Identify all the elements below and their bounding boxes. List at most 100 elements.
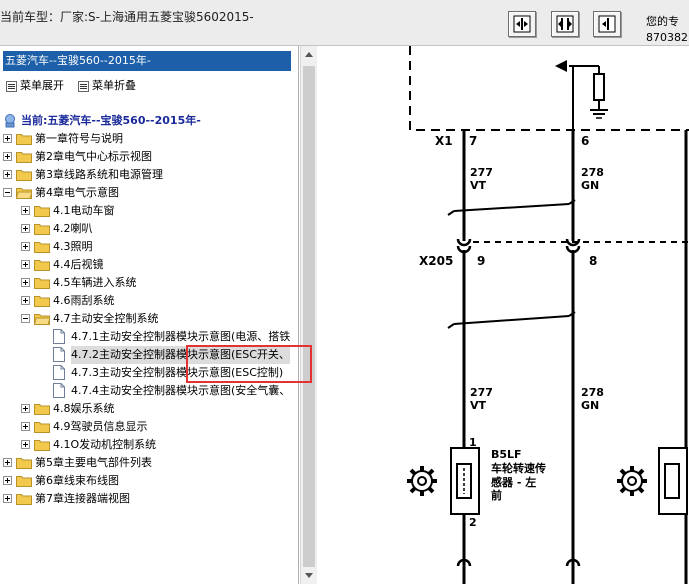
tree-doc-4-7-1[interactable]: 4.7.1主动安全控制器模块示意图(电源、搭铁 (39, 328, 295, 346)
tree-item-label: 第4章电气示意图 (35, 186, 119, 199)
expand-toggle[interactable] (21, 278, 30, 287)
tree-item-label: 4.6雨刮系统 (53, 294, 115, 307)
fit-width-button[interactable] (508, 11, 536, 37)
folder-icon (34, 206, 50, 217)
wire-number: 278 (581, 166, 604, 179)
folder-icon (16, 152, 32, 163)
tree-item-4-6[interactable]: 4.6雨刮系统 (21, 292, 295, 310)
tree-item-label: 第6章线束布线图 (35, 474, 119, 487)
wire-color: GN (581, 179, 599, 192)
tree-item-label: 第3章线路系统和电源管理 (35, 168, 163, 181)
vehicle-icon (5, 114, 15, 128)
tree-item-label: 4.7主动安全控制系统 (53, 312, 159, 325)
wiring-diagram-view[interactable]: X1 7 6 277 VT 278 GN X205 9 8 277 VT 278 (319, 46, 689, 584)
wire-color: VT (470, 179, 487, 192)
expand-toggle[interactable] (21, 206, 30, 215)
collapse-toggle[interactable] (3, 188, 12, 197)
expand-toggle[interactable] (21, 422, 30, 431)
tree-item-label: 4.5车辆进入系统 (53, 276, 137, 289)
scroll-thumb[interactable] (303, 66, 315, 584)
chevron-down-icon (305, 573, 313, 578)
tree-item-4-4[interactable]: 4.4后视镜 (21, 256, 295, 274)
tree-item-chapter5[interactable]: 第5章主要电气部件列表 (3, 454, 295, 472)
folder-icon (16, 494, 32, 505)
expand-toggle[interactable] (3, 152, 12, 161)
folder-icon (34, 260, 50, 271)
tree-item-4-3[interactable]: 4.3照明 (21, 238, 295, 256)
arrow-icon (555, 60, 567, 72)
fit-page-button[interactable] (593, 11, 621, 37)
info-text: 您的专 870382 (646, 14, 688, 46)
expand-toggle[interactable] (21, 296, 30, 305)
tree-doc-4-7-3[interactable]: 4.7.3主动安全控制器模块示意图(ESC控制) (39, 364, 295, 382)
tree-item-label: 第7章连接器端视图 (35, 492, 130, 505)
tree-item-label: 4.7.1主动安全控制器模块示意图(电源、搭铁 (71, 330, 291, 343)
tree-item-4-5[interactable]: 4.5车辆进入系统 (21, 274, 295, 292)
expand-toggle[interactable] (3, 458, 12, 467)
tree-item-label: 4.1电动车窗 (53, 204, 115, 217)
expand-toggle[interactable] (21, 404, 30, 413)
chevron-up-icon (305, 52, 313, 57)
menu-expand-button[interactable]: 菜单展开 (6, 79, 68, 93)
tree-item-4-9[interactable]: 4.9驾驶员信息显示 (21, 418, 295, 436)
tree-item-label: 4.9驾驶员信息显示 (53, 420, 148, 433)
tree-doc-4-7-4[interactable]: 4.7.4主动安全控制器模块示意图(安全气囊、 (39, 382, 295, 400)
pin-number: 7 (469, 134, 477, 148)
expand-toggle[interactable] (21, 224, 30, 233)
pin-number: 6 (581, 134, 589, 148)
info-line-1: 您的专 (646, 15, 679, 28)
pin-number: 9 (477, 254, 485, 268)
component-name: 感器 - 左 (491, 475, 536, 489)
tree-item-label: 第一章符号与说明 (35, 132, 123, 145)
folder-open-icon (16, 188, 32, 199)
fit-width-icon (513, 15, 531, 33)
component-code: B5LF (491, 448, 522, 461)
toolbar: 当前车型：厂家:S-上海通用五菱宝骏5602015- 您的专 870382 (0, 0, 689, 46)
tree-item-label: 4.8娱乐系统 (53, 402, 115, 415)
tree-item-4-7[interactable]: 4.7主动安全控制系统 (21, 310, 295, 328)
menu-expand-label: 菜单展开 (20, 79, 64, 92)
scroll-up-button[interactable] (301, 46, 317, 63)
wire-number: 277 (470, 386, 493, 399)
wire-color: GN (581, 399, 599, 412)
folder-open-icon (34, 314, 50, 325)
collapse-toggle[interactable] (21, 314, 30, 323)
tree-item-chapter2[interactable]: 第2章电气中心标示视图 (3, 148, 295, 166)
menu-collapse-button[interactable]: 菜单折叠 (78, 79, 140, 93)
fit-both-button[interactable] (551, 11, 579, 37)
expand-toggle[interactable] (3, 170, 12, 179)
tree-item-4-10[interactable]: 4.1O发动机控制系统 (21, 436, 295, 454)
vertical-scrollbar[interactable] (300, 46, 317, 584)
document-icon (53, 365, 65, 380)
tree-root[interactable]: 当前:五菱汽车--宝骏560--2015年- (3, 112, 295, 130)
tree-item-chapter1[interactable]: 第一章符号与说明 (3, 130, 295, 148)
expand-toggle[interactable] (21, 440, 30, 449)
folder-icon (34, 422, 50, 433)
expand-toggle[interactable] (3, 494, 12, 503)
module-boundary (409, 46, 689, 131)
folder-icon (34, 296, 50, 307)
tree-item-chapter7[interactable]: 第7章连接器端视图 (3, 490, 295, 508)
connector-label: X1 (435, 134, 453, 148)
wire-number: 278 (581, 386, 604, 399)
expand-toggle[interactable] (3, 476, 12, 485)
tree-item-4-2[interactable]: 4.2喇叭 (21, 220, 295, 238)
tree-doc-4-7-2[interactable]: 4.7.2主动安全控制器模块示意图(ESC开关、 (39, 346, 295, 364)
tree-item-label: 4.1O发动机控制系统 (53, 438, 157, 451)
expand-toggle[interactable] (3, 134, 12, 143)
expand-toggle[interactable] (21, 242, 30, 251)
tree-item-4-8[interactable]: 4.8娱乐系统 (21, 400, 295, 418)
folder-icon (16, 458, 32, 469)
tree-item-label: 4.7.2主动安全控制器模块示意图(ESC开关、 (71, 346, 290, 364)
tree-item-4-1[interactable]: 4.1电动车窗 (21, 202, 295, 220)
resistor (593, 73, 605, 101)
menu-icon (78, 81, 89, 92)
tree-item-chapter3[interactable]: 第3章线路系统和电源管理 (3, 166, 295, 184)
tree-item-chapter6[interactable]: 第6章线束布线图 (3, 472, 295, 490)
expand-toggle[interactable] (21, 260, 30, 269)
tree-item-label: 4.4后视镜 (53, 258, 104, 271)
scroll-down-button[interactable] (301, 567, 317, 584)
tree-item-chapter4[interactable]: 第4章电气示意图 (3, 184, 295, 202)
wire-color: VT (470, 399, 487, 412)
document-icon (53, 329, 65, 344)
